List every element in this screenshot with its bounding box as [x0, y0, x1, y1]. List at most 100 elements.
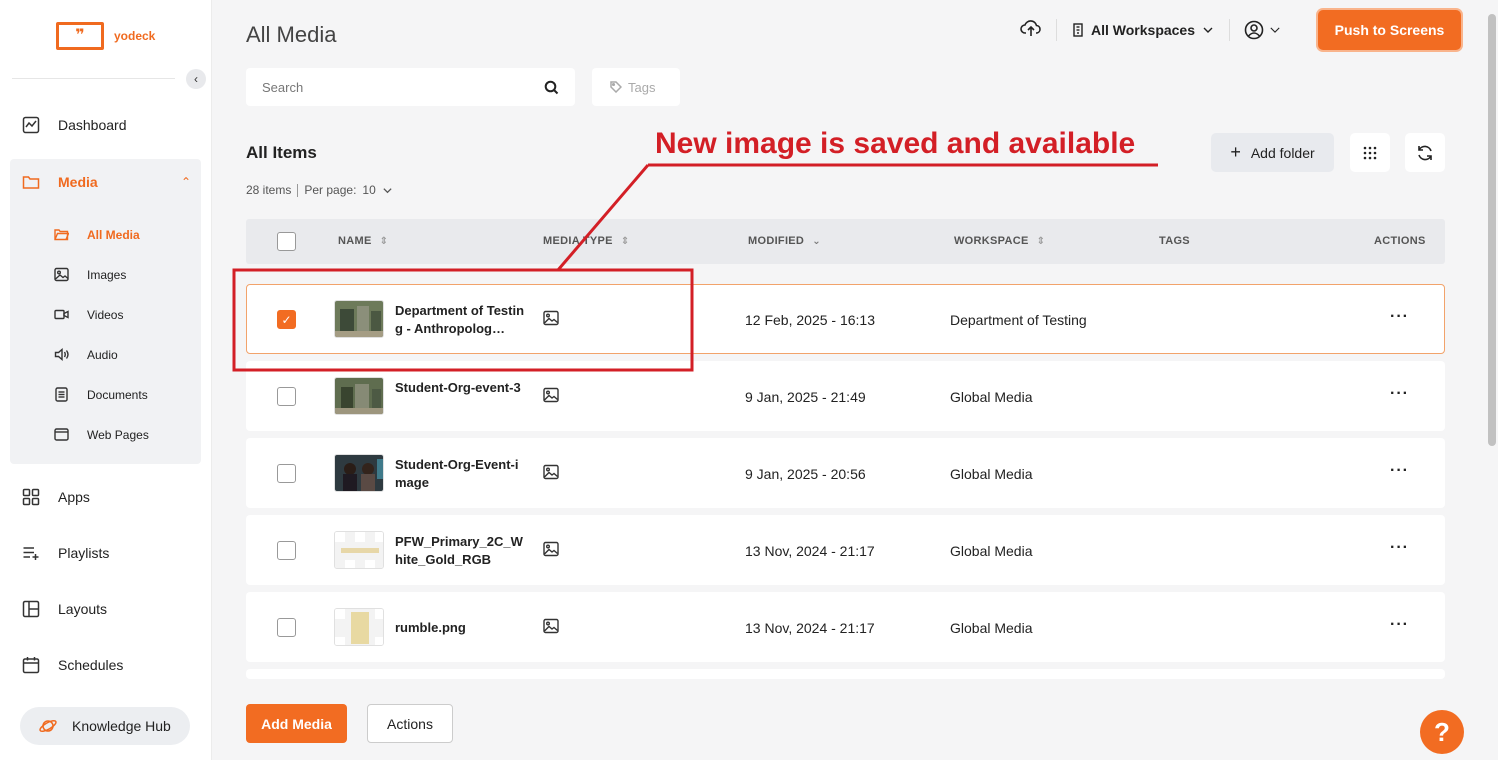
collapse-sidebar-button[interactable]: ‹ — [186, 69, 206, 89]
playlists-icon — [23, 547, 39, 560]
sidebar-subitem-web-pages[interactable]: Web Pages — [54, 427, 149, 442]
sort-icon: ⇕ — [1036, 235, 1046, 247]
scrollbar[interactable] — [1484, 0, 1498, 760]
table-row[interactable]: Student-Org-Event-image 9 Jan, 2025 - 20… — [246, 438, 1445, 508]
sidebar-item-label: Layouts — [58, 601, 108, 617]
sidebar-item-layouts[interactable]: Layouts — [22, 600, 107, 618]
media-name[interactable]: Student-Org-Event-image — [395, 456, 525, 492]
grid-view-button[interactable] — [1350, 133, 1390, 172]
media-thumbnail — [334, 608, 384, 646]
modified-date: 9 Jan, 2025 - 20:56 — [745, 466, 866, 482]
row-checkbox[interactable] — [277, 464, 296, 483]
column-tags-label: TAGS — [1159, 235, 1190, 247]
sidebar-item-media[interactable]: Media — [22, 173, 98, 191]
sidebar-subitem-label: Audio — [87, 347, 118, 362]
knowledge-hub-button[interactable]: Knowledge Hub — [20, 707, 190, 745]
user-avatar-icon — [1244, 20, 1264, 40]
media-thumbnail — [334, 531, 384, 569]
row-checkbox[interactable] — [277, 541, 296, 560]
chevron-up-icon[interactable]: ⌃ — [181, 175, 191, 189]
sidebar-subitem-images[interactable]: Images — [54, 267, 126, 282]
column-name-label: NAME — [338, 235, 372, 247]
scrollbar-thumb[interactable] — [1488, 14, 1496, 446]
folder-icon — [22, 176, 40, 189]
tags-filter[interactable]: Tags — [592, 68, 680, 106]
sidebar-subitem-label: Images — [87, 267, 127, 282]
workspace-select[interactable]: All Workspaces — [1071, 22, 1215, 38]
refresh-button[interactable] — [1405, 133, 1445, 172]
divider — [1229, 19, 1231, 41]
page-title: All Media — [246, 22, 337, 47]
row-checkbox[interactable] — [277, 618, 296, 637]
annotation-text: New image is saved and available — [655, 127, 1136, 160]
row-checkbox[interactable]: ✓ — [277, 310, 296, 329]
list-title: All Items — [246, 143, 317, 162]
folder-open-icon — [54, 229, 69, 241]
sidebar-item-dashboard[interactable]: Dashboard — [22, 116, 127, 134]
more-actions-button[interactable]: ··· — [1390, 539, 1409, 557]
user-menu[interactable] — [1244, 20, 1282, 40]
media-name[interactable]: Student-Org-event-3 — [395, 379, 525, 397]
add-folder-label: Add folder — [1250, 144, 1315, 161]
search-icon — [544, 80, 559, 94]
per-page-select[interactable]: 10 — [362, 183, 392, 197]
per-page-value: 10 — [362, 183, 376, 197]
sidebar-subitem-label: Videos — [87, 307, 124, 322]
column-workspace[interactable]: WORKSPACE ⇕ — [954, 235, 1045, 247]
sidebar-item-playlists[interactable]: Playlists — [22, 544, 109, 562]
media-name[interactable]: rumble.png — [395, 619, 525, 637]
document-icon — [55, 387, 68, 402]
table-row[interactable]: ✓ Department of Testing - Anthropolog… 1… — [246, 284, 1445, 354]
table-row[interactable]: PFW_Primary_2C_White_Gold_RGB 13 Nov, 20… — [246, 515, 1445, 585]
add-folder-button[interactable]: + Add folder — [1211, 133, 1334, 172]
workspace-name: Department of Testing — [950, 312, 1087, 328]
sort-icon: ⇕ — [379, 235, 389, 247]
actions-button[interactable]: Actions — [367, 704, 453, 743]
logo[interactable]: ❞ yodeck — [56, 22, 155, 50]
sidebar-item-label: Dashboard — [58, 117, 127, 133]
help-button[interactable]: ? — [1420, 710, 1464, 754]
sidebar-subitem-all-media[interactable]: All Media — [54, 227, 140, 242]
dashboard-icon — [22, 116, 40, 134]
search-placeholder: Search — [262, 79, 304, 95]
table-row[interactable]: Student-Org-event-3 9 Jan, 2025 - 21:49 … — [246, 361, 1445, 431]
column-media-type-label: MEDIA TYPE — [543, 235, 613, 247]
more-actions-button[interactable]: ··· — [1390, 385, 1409, 403]
sidebar-subitem-label: Documents — [87, 387, 148, 402]
table-row[interactable]: rumble.png 13 Nov, 2024 - 21:17 Global M… — [246, 592, 1445, 662]
more-actions-button[interactable]: ··· — [1390, 462, 1409, 480]
row-checkbox[interactable] — [277, 387, 296, 406]
image-icon — [543, 618, 559, 639]
image-icon — [54, 267, 69, 282]
sidebar-item-schedules[interactable]: Schedules — [22, 656, 123, 674]
items-count: 28 items — [246, 183, 292, 197]
select-all-checkbox[interactable] — [277, 232, 296, 251]
media-name[interactable]: PFW_Primary_2C_White_Gold_RGB — [395, 533, 525, 569]
cloud-upload-icon[interactable] — [1020, 17, 1042, 44]
search-input[interactable]: Search — [246, 68, 575, 106]
workspace-select-label: All Workspaces — [1091, 22, 1196, 38]
sidebar-subitem-documents[interactable]: Documents — [54, 387, 148, 402]
column-modified[interactable]: MODIFIED ⌄ — [748, 235, 821, 247]
sidebar-subitem-videos[interactable]: Videos — [54, 307, 123, 322]
chevron-down-icon — [1203, 27, 1213, 33]
sidebar: ❞ yodeck ‹ Dashboard Media ⌃ All Media I… — [0, 0, 212, 760]
table-row-partial — [246, 669, 1445, 679]
push-to-screens-button[interactable]: Push to Screens — [1318, 10, 1461, 50]
column-name[interactable]: NAME ⇕ — [338, 235, 388, 247]
more-actions-button[interactable]: ··· — [1390, 308, 1409, 326]
media-name[interactable]: Department of Testing - Anthropolog… — [395, 302, 525, 338]
add-media-button[interactable]: Add Media — [246, 704, 347, 743]
video-icon — [54, 309, 69, 320]
sidebar-subitem-audio[interactable]: Audio — [54, 347, 118, 362]
more-actions-button[interactable]: ··· — [1390, 616, 1409, 634]
refresh-icon — [1418, 145, 1432, 160]
column-media-type[interactable]: MEDIA TYPE ⇕ — [543, 235, 630, 247]
sidebar-item-apps[interactable]: Apps — [22, 488, 90, 506]
image-icon — [543, 541, 559, 562]
column-actions: ACTIONS — [1374, 235, 1426, 247]
sort-icon: ⇕ — [620, 235, 630, 247]
checkbox[interactable] — [277, 232, 296, 251]
grid-dots-icon — [1363, 146, 1377, 159]
sidebar-subitem-label: Web Pages — [87, 427, 149, 442]
